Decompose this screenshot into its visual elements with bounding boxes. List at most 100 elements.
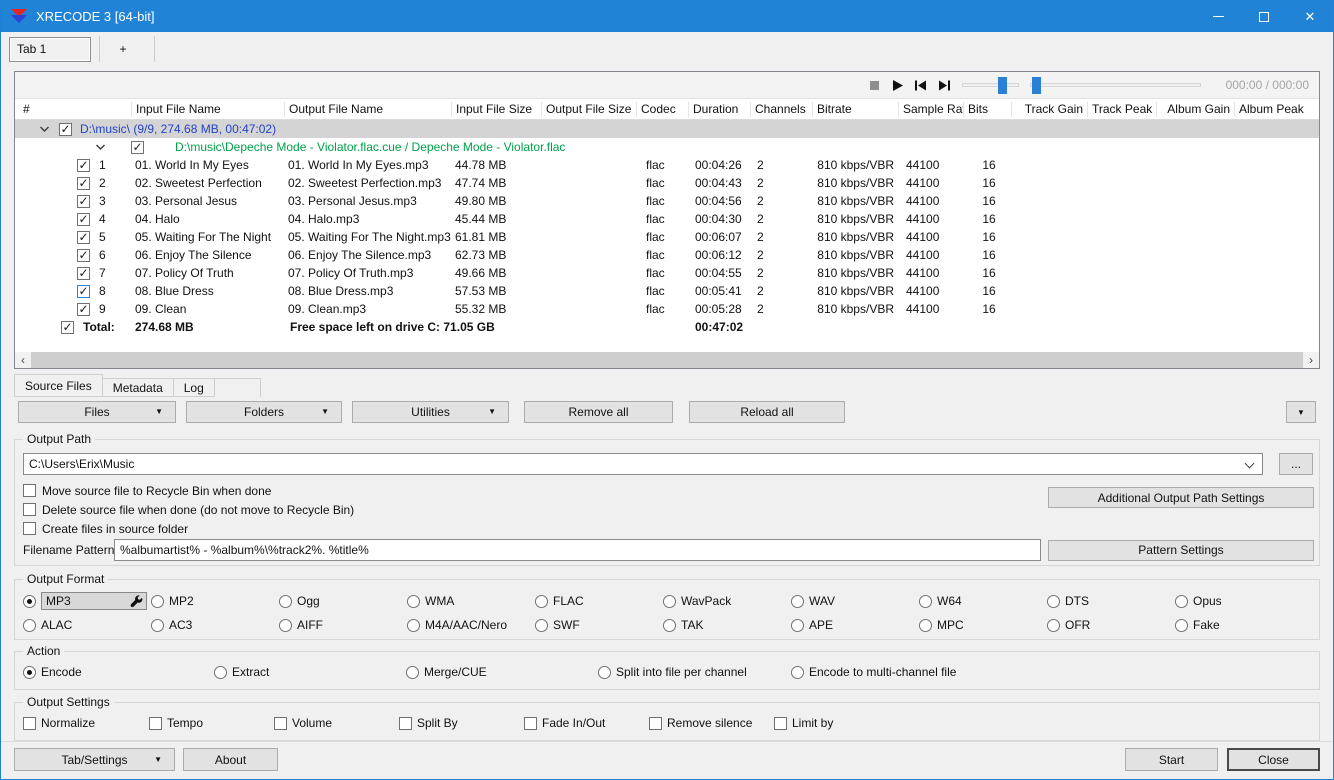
radio-icon[interactable]: [214, 665, 227, 679]
format-option-m4a-aac-nero[interactable]: M4A/AAC/Nero: [407, 616, 535, 634]
tab-source-files[interactable]: Source Files: [14, 374, 103, 397]
column-header-output-file-size[interactable]: Output File Size: [541, 101, 636, 117]
column-header-bitrate[interactable]: Bitrate: [812, 101, 898, 117]
checkbox-icon[interactable]: [774, 716, 787, 730]
column-header-sample-rate[interactable]: Sample Rate: [898, 101, 963, 117]
format-option-ape[interactable]: APE: [791, 616, 919, 634]
radio-icon[interactable]: [279, 618, 292, 632]
radio-icon[interactable]: [663, 594, 676, 608]
play-button[interactable]: [889, 77, 906, 94]
folders-button[interactable]: Folders ▼: [186, 401, 342, 423]
track-row-4[interactable]: 4 04. Halo 04. Halo.mp3 45.44 MB flac 00:04:3…: [15, 210, 1319, 228]
utilities-button[interactable]: Utilities ▼: [352, 401, 509, 423]
radio-icon[interactable]: [791, 665, 804, 679]
volume-slider[interactable]: [962, 76, 1019, 94]
maximize-button[interactable]: [1241, 1, 1287, 32]
minimize-button[interactable]: [1195, 1, 1241, 32]
next-track-button[interactable]: [935, 77, 952, 94]
radio-icon[interactable]: [406, 665, 419, 679]
checkbox-icon[interactable]: [149, 716, 162, 730]
remove-all-button[interactable]: Remove all: [524, 401, 673, 423]
column-header-number[interactable]: #: [15, 102, 131, 117]
chevron-down-icon[interactable]: [1244, 458, 1255, 469]
format-option-wma[interactable]: WMA: [407, 592, 535, 610]
start-button[interactable]: Start: [1125, 748, 1218, 771]
format-option-dts[interactable]: DTS: [1047, 592, 1175, 610]
radio-icon[interactable]: [1047, 618, 1060, 632]
track-row-6[interactable]: 6 06. Enjoy The Silence 06. Enjoy The Sile…: [15, 246, 1319, 264]
browse-button[interactable]: ...: [1279, 453, 1313, 475]
column-header-codec[interactable]: Codec: [636, 101, 688, 117]
radio-icon[interactable]: [23, 618, 36, 632]
track-row-3[interactable]: 3 03. Personal Jesus 03. Personal Jesus.mp…: [15, 192, 1319, 210]
format-option-alac[interactable]: ALAC: [23, 616, 151, 634]
track-row-9[interactable]: 9 09. Clean 09. Clean.mp3 55.32 MB flac 00:05…: [15, 300, 1319, 318]
radio-icon[interactable]: [151, 594, 164, 608]
radio-icon[interactable]: [791, 594, 804, 608]
wrench-icon[interactable]: [130, 594, 143, 608]
group-checkbox[interactable]: [59, 122, 72, 136]
add-tab-button[interactable]: +: [100, 36, 146, 62]
tab-log[interactable]: Log: [172, 378, 215, 397]
checkbox-icon[interactable]: [23, 716, 36, 730]
setting-fade-in-out[interactable]: Fade In/Out: [524, 714, 649, 732]
reload-all-button[interactable]: Reload all: [689, 401, 845, 423]
close-window-button[interactable]: ✕: [1287, 1, 1333, 32]
output-path-combobox[interactable]: C:\Users\Erix\Music: [23, 453, 1263, 475]
format-option-tak[interactable]: TAK: [663, 616, 791, 634]
setting-normalize[interactable]: Normalize: [23, 714, 149, 732]
tab-metadata[interactable]: Metadata: [101, 378, 174, 397]
checkbox-icon[interactable]: [399, 716, 412, 730]
track-row-5[interactable]: 5 05. Waiting For The Night 05. Waiting Fo…: [15, 228, 1319, 246]
radio-icon[interactable]: [919, 594, 932, 608]
format-option-mp3[interactable]: MP3: [23, 592, 151, 610]
horizontal-scrollbar[interactable]: ‹ ›: [15, 352, 1319, 368]
column-header-bits[interactable]: Bits: [963, 101, 1011, 117]
format-option-mp2[interactable]: MP2: [151, 592, 279, 610]
track-checkbox[interactable]: [77, 230, 90, 244]
radio-icon[interactable]: [663, 618, 676, 632]
action-option-split-into-file-per-channel[interactable]: Split into file per channel: [598, 663, 791, 681]
checkbox-icon[interactable]: [23, 503, 36, 516]
format-option-wav[interactable]: WAV: [791, 592, 919, 610]
tree-expander-icon[interactable]: [95, 143, 106, 151]
track-row-1[interactable]: 1 01. World In My Eyes 01. World In My Eye…: [15, 156, 1319, 174]
group-row-music-folder[interactable]: D:\music\ (9/9, 274.68 MB, 00:47:02): [15, 120, 1319, 138]
column-header-input-file-size[interactable]: Input File Size: [451, 101, 541, 117]
radio-icon[interactable]: [23, 594, 36, 608]
format-option-ofr[interactable]: OFR: [1047, 616, 1175, 634]
total-checkbox[interactable]: [61, 320, 74, 334]
track-checkbox[interactable]: [77, 176, 90, 190]
scrollbar-thumb[interactable]: [31, 352, 1303, 368]
checkbox-icon[interactable]: [274, 716, 287, 730]
format-option-swf[interactable]: SWF: [535, 616, 663, 634]
close-button[interactable]: Close: [1227, 748, 1320, 771]
format-option-opus[interactable]: Opus: [1175, 592, 1303, 610]
track-checkbox[interactable]: [77, 284, 90, 298]
column-header-input-file-name[interactable]: Input File Name: [131, 101, 284, 117]
files-button[interactable]: Files ▼: [18, 401, 176, 423]
radio-icon[interactable]: [535, 618, 548, 632]
radio-icon[interactable]: [407, 618, 420, 632]
format-option-mpc[interactable]: MPC: [919, 616, 1047, 634]
checkbox-move-source-file-to-recycle-bin-when-done[interactable]: Move source file to Recycle Bin when don…: [23, 481, 354, 500]
radio-icon[interactable]: [791, 618, 804, 632]
filename-pattern-input[interactable]: %albumartist% - %album%\%track2%. %title…: [114, 539, 1041, 561]
column-header-album-peak[interactable]: Album Peak: [1234, 101, 1319, 117]
format-option-ogg[interactable]: Ogg: [279, 592, 407, 610]
format-option-fake[interactable]: Fake: [1175, 616, 1303, 634]
track-checkbox[interactable]: [77, 302, 90, 316]
seek-slider[interactable]: [1030, 76, 1201, 94]
column-header-duration[interactable]: Duration: [688, 101, 750, 117]
volume-slider-thumb[interactable]: [998, 76, 1008, 94]
radio-icon[interactable]: [1175, 618, 1188, 632]
track-row-2[interactable]: 2 02. Sweetest Perfection 02. Sweetest Per…: [15, 174, 1319, 192]
pattern-settings-button[interactable]: Pattern Settings: [1048, 539, 1314, 561]
checkbox-icon[interactable]: [23, 522, 36, 535]
action-option-encode[interactable]: Encode: [23, 663, 214, 681]
column-header-channels[interactable]: Channels: [750, 101, 812, 117]
radio-icon[interactable]: [1047, 594, 1060, 608]
checkbox-delete-source-file-when-done-do-not-move-to-recycle-bin[interactable]: Delete source file when done (do not mov…: [23, 500, 354, 519]
more-options-button[interactable]: ▼: [1286, 401, 1316, 423]
checkbox-create-files-in-source-folder[interactable]: Create files in source folder: [23, 519, 354, 538]
